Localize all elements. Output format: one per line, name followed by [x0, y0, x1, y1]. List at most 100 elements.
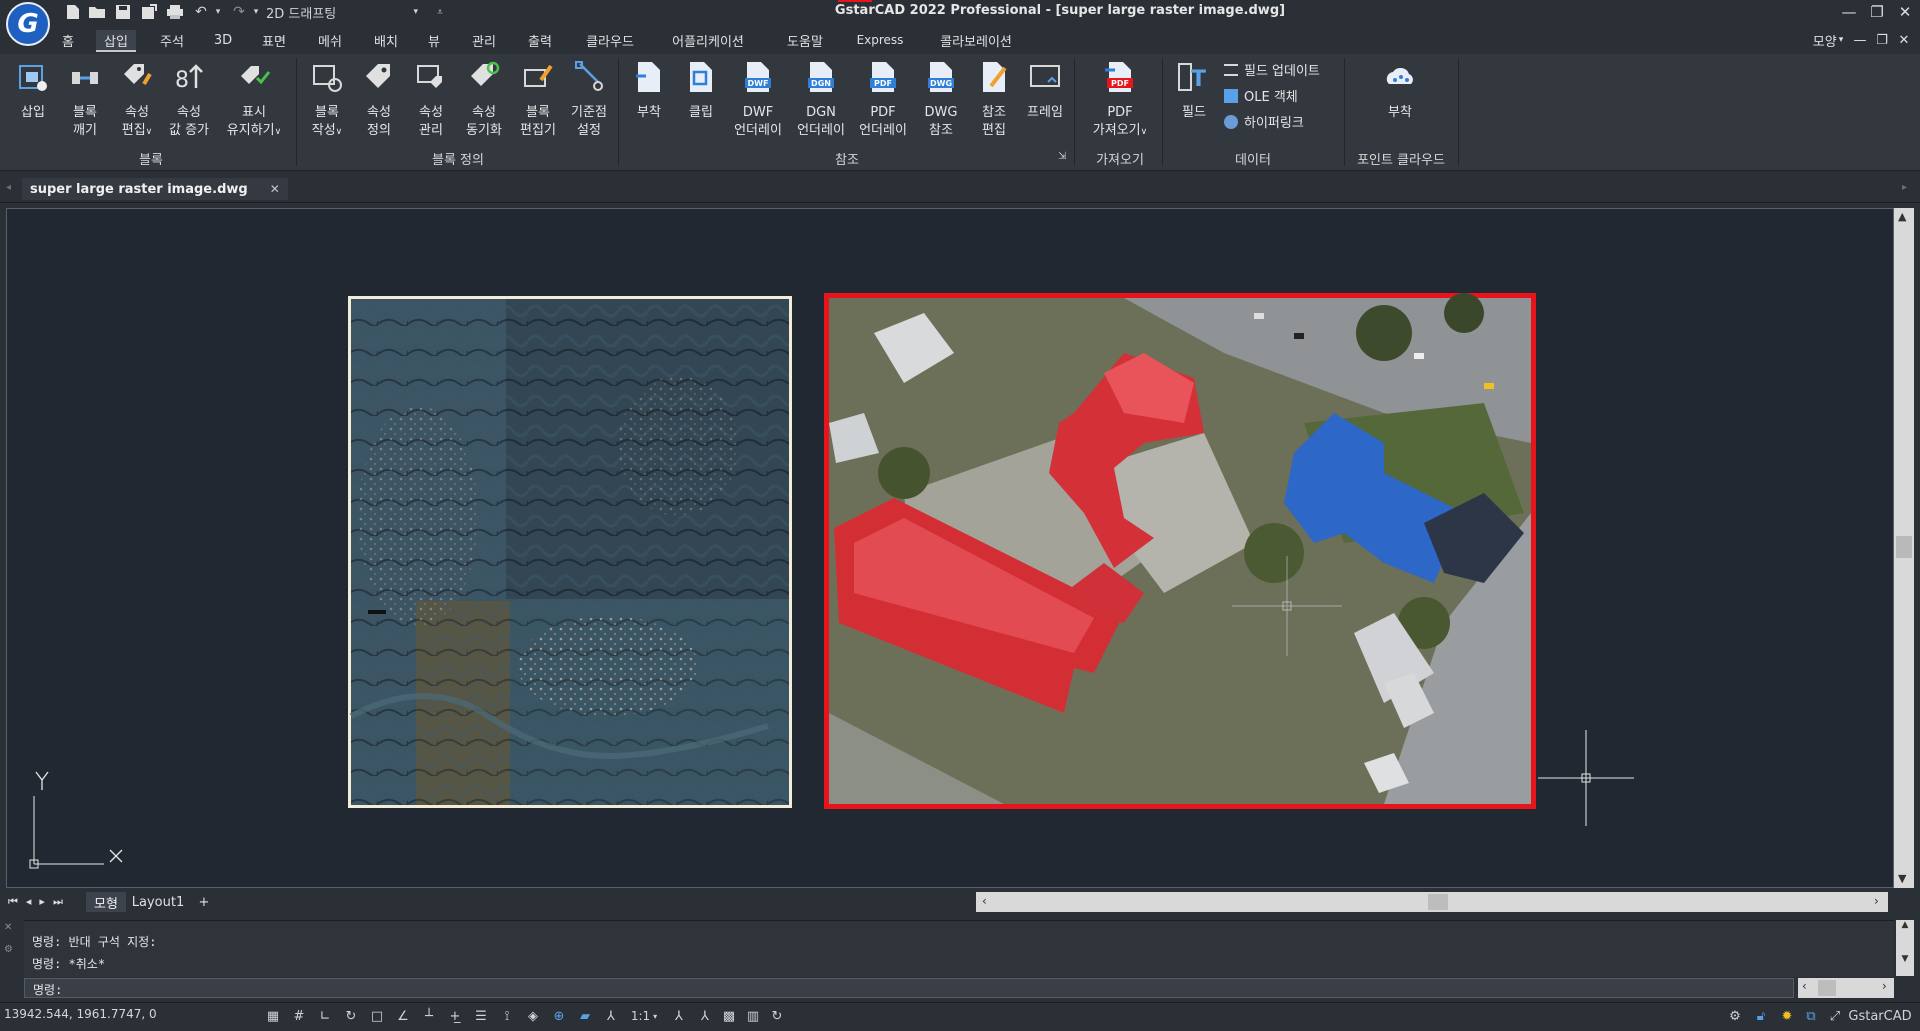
- doc-minimize-button[interactable]: —: [1852, 30, 1868, 50]
- clip-button[interactable]: 클립: [676, 60, 726, 122]
- dwg-reference-button[interactable]: DWG DWG 참조: [914, 60, 968, 140]
- tab-manage[interactable]: 관리: [468, 30, 500, 50]
- add-layout-button[interactable]: +: [194, 892, 214, 912]
- sync-attribute-button[interactable]: 속성 동기화: [458, 60, 510, 140]
- block-editor-button[interactable]: 블록 편집기: [512, 60, 564, 140]
- scroll-down-icon[interactable]: ▼: [1898, 872, 1906, 885]
- tab-output[interactable]: 출력: [524, 30, 556, 50]
- cycle-icon[interactable]: ↻: [766, 1006, 788, 1026]
- increment-attribute-button[interactable]: 8 속성 값 증가: [162, 60, 216, 140]
- command-history-scrollbar[interactable]: ▲ ▼: [1896, 920, 1914, 976]
- tab-annotate[interactable]: 주석: [156, 30, 188, 50]
- command-hscroll-thumb[interactable]: [1818, 980, 1836, 996]
- close-button[interactable]: ✕: [1888, 0, 1920, 24]
- calculator-icon[interactable]: ▥: [742, 1006, 764, 1026]
- scroll-right-icon[interactable]: ›: [1882, 979, 1887, 993]
- coordinates-readout[interactable]: 13942.544, 1961.7747, 0: [4, 1007, 157, 1021]
- command-input[interactable]: 명령:: [24, 978, 1794, 998]
- model-space-icon[interactable]: ▰: [574, 1006, 596, 1026]
- customize-qa-icon[interactable]: ⩡: [432, 2, 448, 22]
- hyperlink-button[interactable]: 하이퍼링크: [1224, 112, 1304, 131]
- lineweight-icon[interactable]: ☰: [470, 1006, 492, 1026]
- clean-screen-icon[interactable]: ⤢: [1824, 1006, 1846, 1026]
- isolate-icon[interactable]: ▩: [718, 1006, 740, 1026]
- annotation-scale[interactable]: 1:1 ▾: [622, 1006, 666, 1026]
- osnap-icon[interactable]: □: [366, 1006, 388, 1026]
- polar-icon[interactable]: ↻: [340, 1006, 362, 1026]
- zoom-icon[interactable]: ⊕: [548, 1006, 570, 1026]
- insert-block-button[interactable]: 삽입: [8, 60, 58, 122]
- tab-view[interactable]: 뷰: [424, 30, 444, 50]
- command-settings-icon[interactable]: ⚙: [4, 944, 13, 955]
- layout-nav-icons[interactable]: ⏮◂▸⏭: [8, 895, 71, 909]
- scroll-down-icon[interactable]: ▼: [1896, 954, 1914, 964]
- print-icon[interactable]: [164, 2, 186, 22]
- tab-collaboration[interactable]: 콜라보레이션: [932, 30, 1020, 50]
- set-basepoint-button[interactable]: 기준점 설정: [564, 60, 614, 140]
- snap-grid-icon[interactable]: #: [288, 1006, 310, 1026]
- pointcloud-attach-button[interactable]: 부착: [1360, 60, 1440, 122]
- edit-reference-button[interactable]: 참조 편집: [968, 60, 1020, 140]
- edit-attribute-button[interactable]: 속성 편집∨: [112, 60, 162, 141]
- vertical-scroll-thumb[interactable]: [1896, 536, 1912, 558]
- scroll-left-icon[interactable]: ‹: [1802, 979, 1807, 993]
- hardware-accel-icon[interactable]: ⧉: [1800, 1006, 1822, 1026]
- tab-express[interactable]: Express: [854, 30, 906, 50]
- tab-surface[interactable]: 표면: [258, 30, 290, 50]
- tab-help[interactable]: 도움말: [782, 30, 828, 50]
- scroll-up-icon[interactable]: ▲: [1896, 920, 1914, 930]
- ole-object-button[interactable]: OLE 객체: [1224, 86, 1298, 105]
- auto-scale-icon[interactable]: ⅄: [694, 1006, 716, 1026]
- ortho-icon[interactable]: ∟: [314, 1006, 336, 1026]
- layers-icon[interactable]: ◈: [522, 1006, 544, 1026]
- save-icon[interactable]: [112, 2, 134, 22]
- explode-block-button[interactable]: 블록 깨기: [60, 60, 110, 140]
- command-close-icon[interactable]: ✕: [4, 922, 12, 933]
- command-hscroll[interactable]: ‹ ›: [1798, 978, 1894, 998]
- tab-layout[interactable]: 배치: [370, 30, 402, 50]
- gear-icon[interactable]: ⚙: [1724, 1006, 1746, 1026]
- undo-dropdown-icon[interactable]: ▾: [212, 2, 224, 22]
- dgn-underlay-button[interactable]: DGN DGN 언더레이: [790, 60, 852, 140]
- lightbulb-icon[interactable]: ✹: [1776, 1006, 1798, 1026]
- tab-mesh[interactable]: 메쉬: [314, 30, 346, 50]
- document-tab[interactable]: super large raster image.dwg ✕: [22, 178, 288, 200]
- tab-scroll-left-icon[interactable]: ◂: [6, 182, 11, 193]
- display-mode-dropdown[interactable]: 모양 ▾: [1808, 30, 1848, 50]
- save-as-icon[interactable]: [138, 2, 160, 22]
- frame-button[interactable]: 프레임: [1020, 60, 1070, 122]
- scroll-left-icon[interactable]: ‹: [982, 894, 987, 908]
- tab-layout1[interactable]: Layout1: [130, 892, 186, 912]
- open-folder-icon[interactable]: [86, 2, 108, 22]
- grid-display-icon[interactable]: ▦: [262, 1006, 284, 1026]
- annotation-visibility-icon[interactable]: ⅄: [668, 1006, 690, 1026]
- pdf-import-button[interactable]: PDF PDF 가져오기∨: [1080, 60, 1160, 141]
- transparency-icon[interactable]: ⟟: [496, 1006, 518, 1026]
- undo-icon[interactable]: ↶: [190, 2, 212, 22]
- tab-application[interactable]: 어플리케이션: [664, 30, 752, 50]
- update-field-button[interactable]: 필드 업데이트: [1224, 60, 1320, 79]
- app-logo[interactable]: G: [6, 2, 50, 46]
- tab-model[interactable]: 모형: [86, 892, 126, 912]
- redo-icon[interactable]: ↷: [228, 2, 250, 22]
- dwf-underlay-button[interactable]: DWF DWF 언더레이: [726, 60, 790, 140]
- scroll-up-icon[interactable]: ▲: [1898, 210, 1906, 223]
- doc-close-button[interactable]: ✕: [1896, 30, 1912, 50]
- workspace-selector[interactable]: 2D 드래프팅 ▾: [266, 2, 418, 22]
- horizontal-scrollbar[interactable]: ‹ ›: [976, 892, 1888, 912]
- tab-scroll-right-icon[interactable]: ▸: [1902, 182, 1907, 193]
- dynamic-input-icon[interactable]: +̲: [444, 1006, 466, 1026]
- raster-image-terrain[interactable]: [348, 296, 792, 808]
- new-file-icon[interactable]: [62, 2, 84, 22]
- annotation-icon[interactable]: ⅄: [600, 1006, 622, 1026]
- tab-cloud[interactable]: 클라우드: [580, 30, 640, 50]
- scroll-right-icon[interactable]: ›: [1874, 894, 1879, 908]
- otrack-icon[interactable]: ∠: [392, 1006, 414, 1026]
- raster-image-aerial-selected[interactable]: [824, 293, 1536, 809]
- horizontal-scroll-thumb[interactable]: [1428, 894, 1448, 910]
- pdf-underlay-button[interactable]: PDF PDF 언더레이: [852, 60, 914, 140]
- field-button[interactable]: T 필드: [1168, 60, 1220, 122]
- dynamic-ucs-icon[interactable]: ┴: [418, 1006, 440, 1026]
- manage-attribute-button[interactable]: 속성 관리: [406, 60, 456, 140]
- doc-restore-button[interactable]: ❐: [1874, 30, 1890, 50]
